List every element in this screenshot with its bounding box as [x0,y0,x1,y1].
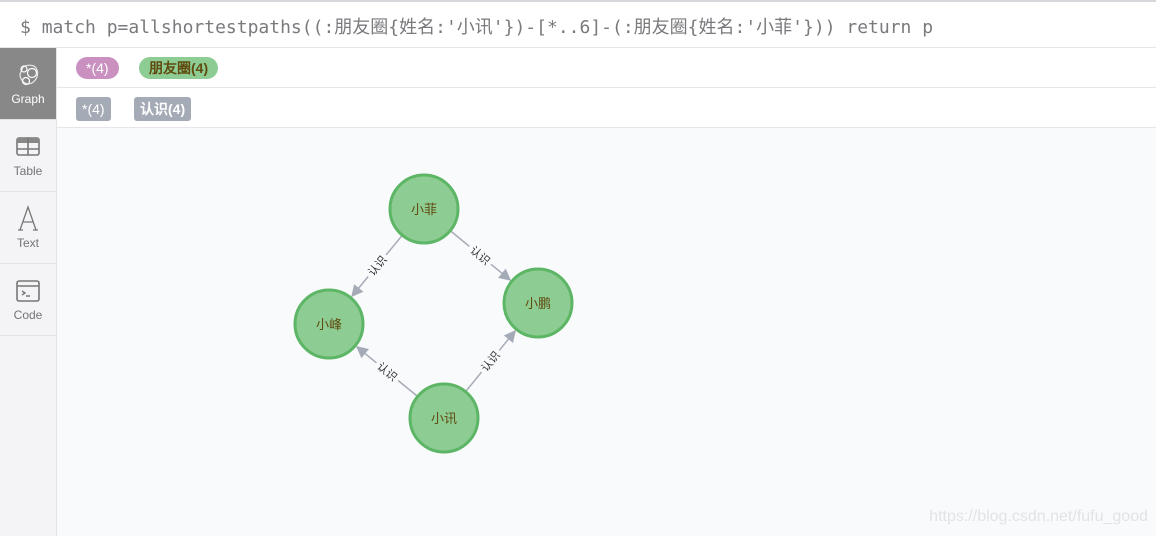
edge-arrow[interactable] [351,276,369,298]
sidebar-item-graph[interactable]: Graph [0,48,56,120]
relationship-edge[interactable]: 认识 [464,329,516,393]
edge-line[interactable] [385,234,403,256]
edge-arrow[interactable] [490,263,512,281]
node-caption: 小讯 [431,412,457,427]
relationship-edge[interactable]: 认识 [449,230,512,281]
code-icon [14,277,42,305]
relationship-edge[interactable]: 认识 [355,346,419,398]
edge-label: 认识 [467,244,492,268]
relationship-type-all[interactable]: *(4) [76,97,111,121]
node-caption: 小菲 [411,203,437,218]
graph-icon [14,61,42,89]
view-sidebar: Graph Table Text Code [0,48,57,536]
query-editor[interactable]: $ match p=allshortestpaths((:朋友圈{姓名:'小讯'… [0,0,1156,48]
sidebar-item-text[interactable]: Text [0,192,56,264]
sidebar-item-label: Text [16,236,39,250]
graph-canvas[interactable]: 认识 认识 认识 认识 小菲 小峰 小鹏 小讯 https://blog.csdn.net/f… [57,128,1156,536]
relationship-edge[interactable]: 认识 [351,234,403,298]
graph-node-peng[interactable]: 小鹏 [502,267,574,339]
graph-node-xun[interactable]: 小讯 [408,382,480,454]
edge-label: 认识 [374,360,399,384]
relationship-type-legend: *(4) 认识(4) [57,88,1156,128]
table-icon [14,133,42,161]
node-label-friend-circle[interactable]: 朋友圈(4) [139,57,219,79]
watermark: https://blog.csdn.net/fufu_good [929,508,1148,525]
edge-line[interactable] [464,371,483,393]
edge-arrow[interactable] [355,346,377,364]
node-label-all[interactable]: *(4) [76,57,119,79]
graph-node-feng[interactable]: 小峰 [293,288,365,360]
sidebar-item-table[interactable]: Table [0,120,56,192]
edge-line[interactable] [397,379,419,398]
relationship-type-know[interactable]: 认识(4) [134,97,192,121]
node-caption: 小峰 [316,318,342,333]
sidebar-item-label: Graph [11,92,45,106]
sidebar-item-label: Table [13,164,43,178]
node-caption: 小鹏 [525,297,551,312]
graph-svg[interactable]: 认识 认识认识 认识小菲小峰小鹏小讯 [57,128,1156,536]
graph-node-fei[interactable]: 小菲 [388,173,460,245]
edge-label: 认识 [479,349,503,374]
node-label-legend: *(4) 朋友圈(4) [57,48,1156,88]
text-icon [14,205,42,233]
edge-arrow[interactable] [498,329,516,351]
sidebar-item-label: Code [13,308,43,322]
edge-label: 认识 [366,253,390,278]
sidebar-item-code[interactable]: Code [0,264,56,336]
edge-line[interactable] [449,230,470,248]
query-text[interactable]: $ match p=allshortestpaths((:朋友圈{姓名:'小讯'… [20,13,933,39]
